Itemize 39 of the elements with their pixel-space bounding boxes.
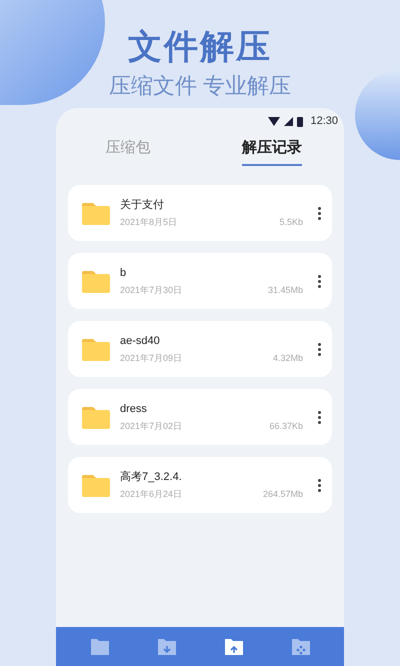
file-name: dress bbox=[120, 402, 148, 417]
file-card[interactable]: 高考7_3.2.4. 2021年6月24日 264.57Mb bbox=[68, 457, 332, 513]
file-name: 高考7_3.2.4. bbox=[120, 470, 183, 485]
status-time: 12:30 bbox=[310, 114, 338, 129]
file-date: 2021年7月30日 bbox=[120, 284, 182, 296]
tab[interactable]: 解压记录 bbox=[242, 138, 302, 166]
file-size: 31.45Mb bbox=[268, 284, 303, 296]
more-icon[interactable] bbox=[317, 342, 322, 356]
file-date: 2021年8月5日 bbox=[120, 216, 178, 228]
folder-icon bbox=[82, 337, 110, 361]
more-icon[interactable] bbox=[317, 274, 322, 288]
subheadline: 压缩文件 专业解压 bbox=[108, 72, 292, 100]
file-size: 264.57Mb bbox=[262, 488, 303, 500]
file-date: 2021年7月02日 bbox=[120, 420, 182, 432]
folder-icon bbox=[82, 201, 110, 225]
file-size: 4.32Mb bbox=[272, 352, 303, 364]
more-icon[interactable] bbox=[317, 410, 322, 424]
headline: 文件解压 bbox=[128, 27, 272, 68]
file-size: 5.5Kb bbox=[279, 216, 303, 228]
more-icon[interactable] bbox=[317, 206, 322, 220]
wifi-icon bbox=[268, 116, 280, 126]
file-name: ae-sd40 bbox=[120, 334, 161, 349]
file-card[interactable]: dress 2021年7月02日 66.37Kb bbox=[68, 389, 332, 445]
folder-icon bbox=[82, 269, 110, 293]
file-name: b bbox=[120, 266, 128, 281]
file-date: 2021年6月24日 bbox=[120, 488, 182, 500]
folder-upload-icon[interactable] bbox=[224, 638, 244, 656]
file-card[interactable]: ae-sd40 2021年7月09日 4.32Mb bbox=[68, 321, 332, 377]
folder-icon bbox=[82, 405, 110, 429]
file-name: 关于支付 bbox=[120, 198, 165, 213]
more-icon[interactable] bbox=[317, 478, 322, 492]
file-card[interactable]: 关于支付 2021年8月5日 5.5Kb bbox=[68, 185, 332, 241]
folder-icon bbox=[82, 473, 110, 497]
folder-dots-icon[interactable] bbox=[290, 638, 310, 656]
battery-icon bbox=[297, 116, 304, 126]
signal-icon bbox=[284, 116, 294, 126]
file-size: 66.37Kb bbox=[269, 420, 303, 432]
file-date: 2021年7月09日 bbox=[120, 352, 182, 364]
file-card[interactable]: b 2021年7月30日 31.45Mb bbox=[68, 253, 332, 309]
